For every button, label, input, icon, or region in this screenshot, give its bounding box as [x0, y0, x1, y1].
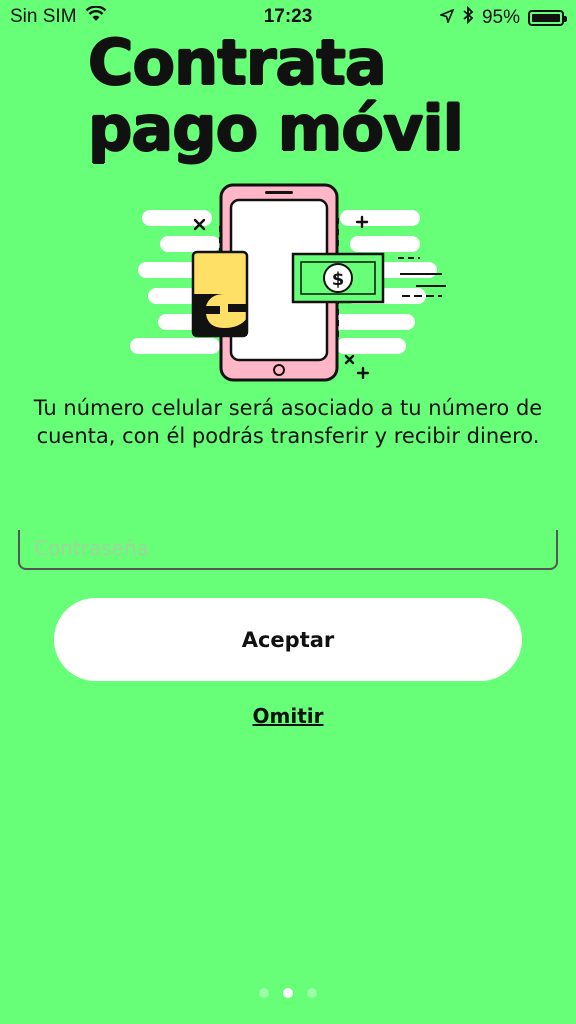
title-line-1: Contrata	[88, 26, 387, 99]
page-title: Contrata pago móvil	[88, 26, 464, 165]
battery-icon	[528, 10, 567, 26]
card-icon	[191, 250, 249, 338]
page-dot[interactable]	[259, 988, 269, 998]
skip-link[interactable]: Omitir	[0, 704, 576, 728]
banknote-icon: $	[291, 252, 385, 304]
battery-percent: 95%	[481, 7, 520, 28]
dollar-icon: $	[332, 269, 345, 290]
status-right: 95%	[438, 5, 567, 30]
title-line-2: pago móvil	[88, 92, 464, 165]
accept-button[interactable]: Aceptar	[54, 598, 522, 681]
page-dot-active[interactable]	[283, 988, 293, 998]
description-text: Tu número celular será asociado a tu núm…	[33, 396, 543, 448]
page-indicator	[0, 988, 576, 998]
page-dot[interactable]	[307, 988, 317, 998]
bluetooth-icon	[462, 5, 474, 30]
illustration: $	[120, 178, 450, 388]
location-arrow-icon	[438, 7, 455, 29]
password-field[interactable]	[18, 530, 558, 570]
password-input[interactable]	[32, 532, 536, 564]
